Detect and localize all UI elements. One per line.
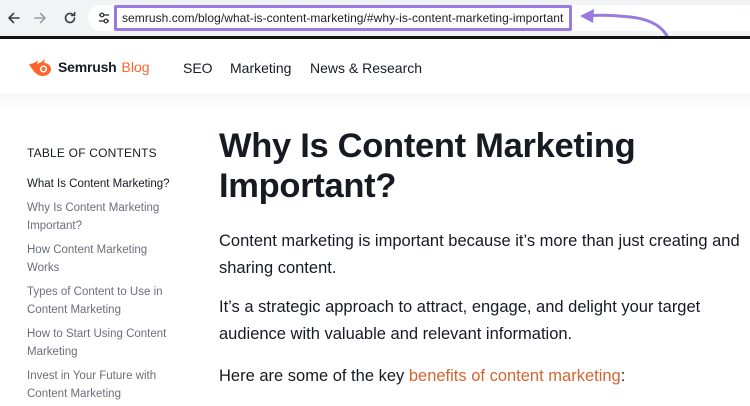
site-header: Semrush Blog SEO Marketing News & Resear… bbox=[0, 36, 750, 94]
article-paragraph-1: Content marketing is important because i… bbox=[219, 232, 740, 277]
toc-item-what-is-content-marketing[interactable]: What Is Content Marketing? bbox=[27, 175, 187, 193]
back-arrow-icon[interactable] bbox=[2, 6, 26, 30]
semrush-blog-logo[interactable]: Semrush Blog bbox=[27, 56, 150, 78]
semrush-fireball-icon bbox=[29, 59, 51, 76]
brand-name: Semrush bbox=[58, 59, 117, 75]
nav-item-seo[interactable]: SEO bbox=[183, 60, 213, 76]
forward-arrow-icon[interactable] bbox=[28, 6, 52, 30]
brand-suffix: Blog bbox=[121, 59, 150, 75]
benefits-link[interactable]: benefits of content marketing bbox=[409, 367, 621, 385]
page-title: Why Is Content Marketing Important? bbox=[219, 127, 636, 205]
article-paragraph-2: It’s a strategic approach to attract, en… bbox=[219, 298, 701, 343]
reload-icon[interactable] bbox=[58, 6, 82, 30]
nav-item-news-research[interactable]: News & Research bbox=[310, 60, 422, 76]
toc-item-types-of-content[interactable]: Types of Content to Use in Content Marke… bbox=[27, 283, 177, 319]
toc-item-invest-in-future[interactable]: Invest in Your Future with Content Marke… bbox=[27, 367, 177, 403]
toc-item-how-to-start[interactable]: How to Start Using Content Marketing bbox=[27, 325, 177, 361]
article-paragraph-3: Here are some of the key benefits of con… bbox=[219, 363, 744, 390]
paragraph-3-prefix: Here are some of the key bbox=[219, 367, 409, 385]
url-text: semrush.com/blog/what-is-content-marketi… bbox=[122, 11, 564, 25]
header-shadow bbox=[0, 94, 750, 112]
toc-item-how-it-works[interactable]: How Content Marketing Works bbox=[27, 241, 167, 277]
url-highlight-box[interactable]: semrush.com/blog/what-is-content-marketi… bbox=[114, 5, 572, 31]
toc-title: TABLE OF CONTENTS bbox=[27, 146, 157, 160]
site-settings-icon[interactable] bbox=[96, 10, 112, 26]
browser-toolbar: semrush.com/blog/what-is-content-marketi… bbox=[0, 0, 750, 62]
toc-item-why-important[interactable]: Why Is Content Marketing Important? bbox=[27, 199, 177, 235]
nav-item-marketing[interactable]: Marketing bbox=[230, 60, 291, 76]
paragraph-3-suffix: : bbox=[620, 367, 626, 385]
